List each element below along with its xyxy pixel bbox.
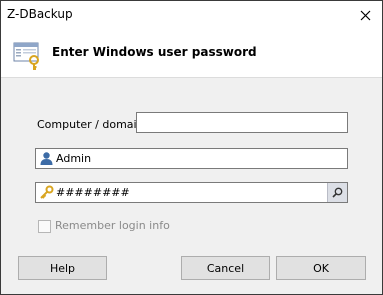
close-button[interactable] xyxy=(348,1,382,29)
username-value: Admin xyxy=(56,152,92,165)
magnifier-icon xyxy=(332,187,343,198)
header-banner: Enter Windows user password xyxy=(1,29,382,78)
help-button[interactable]: Help xyxy=(18,256,107,280)
user-icon xyxy=(40,152,53,165)
reveal-password-button[interactable] xyxy=(327,183,347,202)
title-bar[interactable]: Z-DBackup xyxy=(1,1,382,29)
password-field[interactable]: ######## xyxy=(35,182,348,203)
cancel-button[interactable]: Cancel xyxy=(181,256,270,280)
remember-login-checkbox[interactable] xyxy=(38,220,51,233)
key-icon xyxy=(40,185,54,199)
ok-button[interactable]: OK xyxy=(276,256,366,280)
dialog-window: Z-DBackup Enter Windows user password Co… xyxy=(0,0,383,295)
computer-domain-field[interactable] xyxy=(136,112,348,133)
window-title: Z-DBackup xyxy=(7,7,73,21)
remember-login-label[interactable]: Remember login info xyxy=(55,219,170,232)
app-key-icon xyxy=(13,42,39,70)
close-icon xyxy=(360,10,370,20)
username-field[interactable]: Admin xyxy=(35,148,348,169)
password-value: ######## xyxy=(56,186,130,199)
computer-domain-label: Computer / domain: xyxy=(37,118,148,131)
dialog-heading: Enter Windows user password xyxy=(52,45,257,59)
